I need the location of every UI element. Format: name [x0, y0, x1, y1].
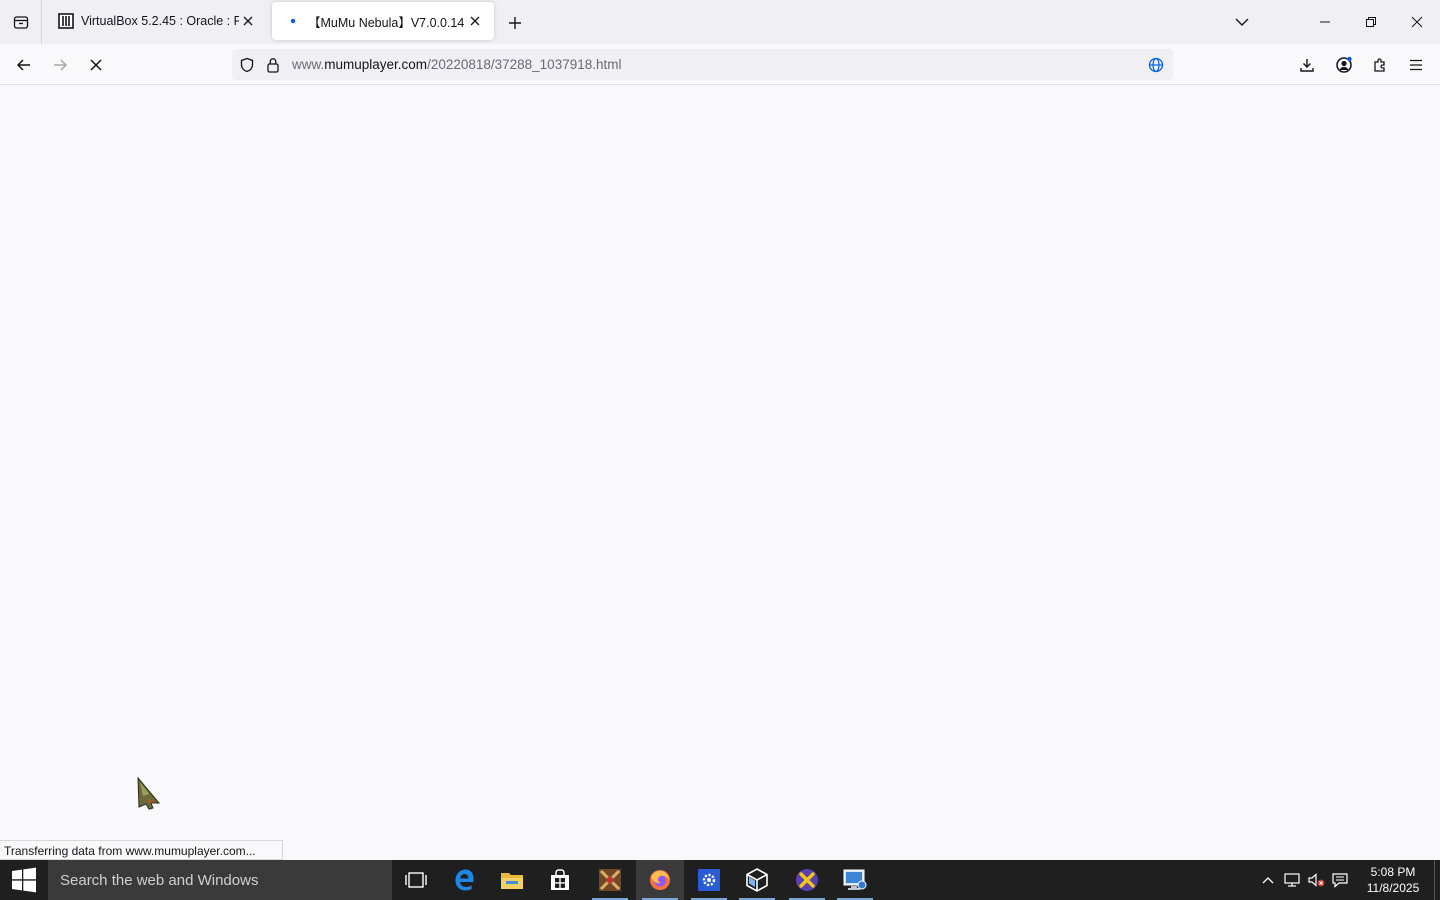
network-icon[interactable]: [1280, 860, 1304, 900]
volume-muted-icon[interactable]: [1304, 860, 1328, 900]
plus-icon: [509, 17, 521, 29]
close-window-button[interactable]: [1394, 0, 1440, 44]
arrow-left-icon: [16, 59, 30, 71]
lock-icon[interactable]: [260, 52, 286, 78]
account-icon: [1336, 56, 1352, 73]
taskbar-file-explorer[interactable]: [488, 860, 536, 900]
taskbar-firefox[interactable]: [636, 860, 684, 900]
clock-time: 5:08 PM: [1370, 865, 1416, 879]
restore-button[interactable]: [1348, 0, 1394, 44]
virtualbox-icon: [746, 868, 768, 892]
arrow-right-icon: [54, 59, 68, 71]
taskbar-x-app[interactable]: [783, 860, 831, 900]
address-bar[interactable]: www.mumuplayer.com/20220818/37288_103791…: [232, 49, 1173, 80]
task-view-icon: [405, 872, 427, 888]
close-icon: [1411, 16, 1423, 28]
stop-icon: [90, 59, 102, 71]
minimize-icon: [1320, 21, 1330, 23]
firefox-view-icon: [13, 16, 28, 29]
url-text[interactable]: www.mumuplayer.com/20220818/37288_103791…: [292, 57, 622, 72]
windows-logo-icon: [12, 867, 36, 893]
search-placeholder: Search the web and Windows: [60, 871, 259, 889]
tab-title: VirtualBox 5.2.45 : Oracle : Free: [81, 14, 239, 28]
action-center-icon[interactable]: [1328, 860, 1352, 900]
download-icon: [1300, 59, 1314, 72]
back-button[interactable]: [9, 50, 39, 80]
taskbar-search-box[interactable]: Search the web and Windows: [48, 860, 392, 900]
chevron-down-icon: [1235, 18, 1249, 26]
show-desktop-button[interactable]: [1434, 860, 1440, 900]
minimize-button[interactable]: [1302, 0, 1348, 44]
start-button[interactable]: [0, 860, 48, 900]
page-content: [0, 86, 1440, 860]
chevron-up-icon: [1262, 877, 1274, 884]
firefox-icon: [650, 870, 670, 890]
downloads-button[interactable]: [1292, 50, 1322, 80]
firefox-view-button[interactable]: [0, 0, 42, 44]
tab-title: 【MuMu Nebula】V7.0.0.14: [308, 15, 465, 30]
forward-button[interactable]: [45, 50, 75, 80]
loading-dot-icon: [284, 12, 302, 30]
remote-desktop-icon: [843, 869, 867, 890]
settings-gear-icon: [698, 869, 720, 891]
taskbar-settings-app[interactable]: [685, 860, 733, 900]
taskbar-game-app[interactable]: [586, 860, 634, 900]
stop-button[interactable]: [81, 50, 111, 80]
url-host: mumuplayer.com: [324, 57, 428, 72]
hamburger-menu-icon: [1410, 59, 1422, 71]
close-tab-icon[interactable]: [239, 12, 257, 30]
status-text: Transferring data from www.mumuplayer.co…: [0, 840, 283, 860]
new-tab-button[interactable]: [502, 10, 528, 36]
x-app-icon: [796, 869, 818, 891]
account-button[interactable]: [1329, 50, 1359, 80]
tab-strip: VirtualBox 5.2.45 : Oracle : Free 【MuMu …: [0, 0, 1440, 44]
close-tab-icon[interactable]: [466, 12, 484, 30]
store-bag-icon: [551, 869, 569, 890]
restore-icon: [1366, 17, 1376, 27]
game-app-icon: [599, 869, 621, 891]
taskbar-clock[interactable]: 5:08 PM 11/8/2025: [1352, 864, 1434, 896]
show-hidden-icons-button[interactable]: [1256, 860, 1280, 900]
clock-date: 11/8/2025: [1366, 881, 1420, 895]
url-prefix: www.: [292, 57, 325, 72]
mouse-cursor-icon: [137, 776, 161, 810]
tab-mumu-nebula[interactable]: 【MuMu Nebula】V7.0.0.14: [272, 2, 494, 40]
app-menu-button[interactable]: [1401, 50, 1431, 80]
folder-icon: [501, 873, 523, 889]
extensions-button[interactable]: [1365, 50, 1395, 80]
window-controls: [1302, 0, 1440, 44]
taskbar-edge[interactable]: [440, 860, 488, 900]
system-tray: 5:08 PM 11/8/2025: [1256, 860, 1440, 900]
taskbar-remote-desktop[interactable]: [831, 860, 879, 900]
task-view-button[interactable]: [392, 860, 440, 900]
taskbar-store[interactable]: [536, 860, 584, 900]
tab-virtualbox[interactable]: VirtualBox 5.2.45 : Oracle : Free: [45, 2, 267, 40]
edge-icon: [455, 869, 474, 891]
url-path: /20220818/37288_1037918.html: [427, 57, 622, 72]
taskbar-virtualbox[interactable]: [733, 860, 781, 900]
tracking-shield-icon[interactable]: [234, 52, 260, 78]
list-all-tabs-button[interactable]: [1228, 8, 1256, 36]
windows-taskbar: Search the web and Windows 5:08 PM 11/8/…: [0, 860, 1440, 900]
puzzle-piece-icon: [1374, 58, 1385, 72]
virtualbox-page-icon: [57, 12, 75, 30]
translate-globe-icon[interactable]: [1143, 52, 1169, 78]
navigation-toolbar: www.mumuplayer.com/20220818/37288_103791…: [0, 44, 1440, 85]
